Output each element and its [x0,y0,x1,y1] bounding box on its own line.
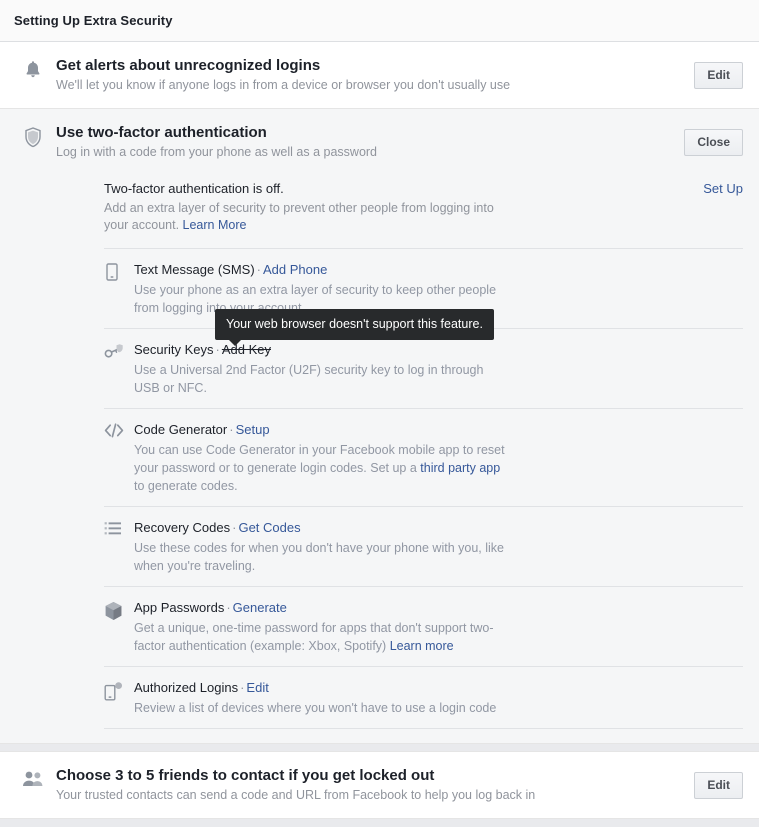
app-passwords-learn-more-link[interactable]: Learn more [390,639,454,653]
method-code-generator: Code Generator · Setup You can use Code Ge… [104,408,743,506]
method-security-keys-body: Security Keys · Add Key Use a Universal 2n… [134,341,743,397]
setup-code-generator-link[interactable]: Setup [236,422,270,437]
method-app-passwords-name: App Passwords [134,600,225,615]
two-factor-expanded-content: Two-factor authentication is off. Set Up… [0,175,759,743]
friends-icon [16,766,50,787]
section-two-factor-row: Use two-factor authentication Log in wit… [0,109,759,175]
code-brackets-icon [104,421,134,438]
close-two-factor-button[interactable]: Close [684,129,743,156]
method-security-keys-title: Security Keys · Add Key [134,341,743,359]
list-icon [104,519,134,536]
edit-trusted-contacts-button[interactable]: Edit [694,772,743,799]
method-separator: · [226,600,231,615]
security-key-icon [104,341,134,362]
method-authorized-logins-name: Authorized Logins [134,680,239,695]
edit-authorized-logins-link[interactable]: Edit [246,680,268,695]
get-codes-link[interactable]: Get Codes [238,520,300,535]
section-login-alerts-title: Get alerts about unrecognized logins [56,57,321,74]
method-code-generator-body: Code Generator · Setup You can use Code Ge… [134,421,743,495]
learn-more-link[interactable]: Learn More [183,218,247,232]
method-security-keys: Your web browser doesn't support this fe… [104,309,743,408]
bell-icon [16,56,50,80]
page-header: Setting Up Extra Security [0,0,759,42]
unsupported-feature-tooltip: Your web browser doesn't support this fe… [215,309,494,346]
section-login-alerts-row: Get alerts about unrecognized logins We'… [0,42,759,108]
section-trusted-contacts-body: Choose 3 to 5 friends to contact if you … [50,766,694,804]
method-authorized-logins: Authorized Logins · Edit Review a list of … [104,666,743,729]
section-two-factor-body: Use two-factor authentication Log in wit… [50,123,684,161]
section-two-factor-action: Close [684,123,743,156]
method-recovery-codes-description: Use these codes for when you don't have … [134,541,504,573]
section-trusted-contacts-subtitle: Your trusted contacts can send a code an… [56,788,536,802]
section-gap [0,744,759,751]
generate-app-password-link[interactable]: Generate [233,600,287,615]
add-phone-link[interactable]: Add Phone [263,262,327,277]
two-factor-status-row: Two-factor authentication is off. Set Up [104,175,743,196]
third-party-app-link[interactable]: third party app [420,461,500,475]
two-factor-status-description-text: Add an extra layer of security to preven… [104,201,494,232]
method-separator: · [256,262,261,277]
section-login-alerts-action: Edit [694,56,743,89]
mobile-phone-icon [104,261,134,282]
section-trusted-contacts: Choose 3 to 5 friends to contact if you … [0,751,759,819]
section-login-alerts-body: Get alerts about unrecognized logins We'… [50,56,694,94]
method-recovery-codes-name: Recovery Codes [134,520,231,535]
method-app-passwords: App Passwords · Generate Get a unique, one… [104,586,743,666]
method-authorized-logins-description: Review a list of devices where you won't… [134,701,497,715]
section-login-alerts-subtitle: We'll let you know if anyone logs in fro… [56,78,511,92]
section-trusted-contacts-row: Choose 3 to 5 friends to contact if you … [0,752,759,818]
two-factor-status-description: Add an extra layer of security to preven… [104,200,504,234]
section-two-factor-subtitle: Log in with a code from your phone as we… [56,145,378,159]
two-factor-status-text: Two-factor authentication is off. [104,181,284,196]
method-code-generator-title: Code Generator · Setup [134,421,743,439]
method-separator: · [229,422,234,437]
method-recovery-codes-title: Recovery Codes · Get Codes [134,519,743,537]
method-recovery-codes-body: Recovery Codes · Get Codes Use these codes… [134,519,743,575]
method-authorized-logins-title: Authorized Logins · Edit [134,679,743,697]
set-up-two-factor-link[interactable]: Set Up [703,181,743,196]
section-trusted-contacts-action: Edit [694,766,743,799]
method-app-passwords-description: Get a unique, one-time password for apps… [134,619,509,655]
edit-login-alerts-button[interactable]: Edit [694,62,743,89]
shield-icon [16,123,50,148]
page-title: Setting Up Extra Security [14,13,173,28]
section-two-factor: Use two-factor authentication Log in wit… [0,109,759,744]
section-two-factor-title: Use two-factor authentication [56,124,267,141]
method-text-message-title: Text Message (SMS) · Add Phone [134,261,743,279]
cube-icon [104,599,134,621]
method-separator: · [215,342,220,357]
authorized-device-icon [104,679,134,701]
method-text-message-name: Text Message (SMS) [134,262,255,277]
method-app-passwords-title: App Passwords · Generate [134,599,743,617]
method-code-generator-description-after: to generate codes. [134,479,238,493]
method-security-keys-name: Security Keys [134,342,214,357]
two-factor-methods-list: Text Message (SMS) · Add Phone Use your ph… [104,248,743,729]
method-code-generator-description: You can use Code Generator in your Faceb… [134,441,509,495]
section-login-alerts: Get alerts about unrecognized logins We'… [0,42,759,109]
method-security-keys-description: Use a Universal 2nd Factor (U2F) securit… [134,363,484,395]
method-app-passwords-body: App Passwords · Generate Get a unique, one… [134,599,743,655]
section-trusted-contacts-title: Choose 3 to 5 friends to contact if you … [56,767,435,784]
method-code-generator-name: Code Generator [134,422,228,437]
method-authorized-logins-body: Authorized Logins · Edit Review a list of … [134,679,743,717]
security-settings-page: Setting Up Extra Security Get alerts abo… [0,0,759,827]
method-recovery-codes: Recovery Codes · Get Codes Use these codes… [104,506,743,586]
